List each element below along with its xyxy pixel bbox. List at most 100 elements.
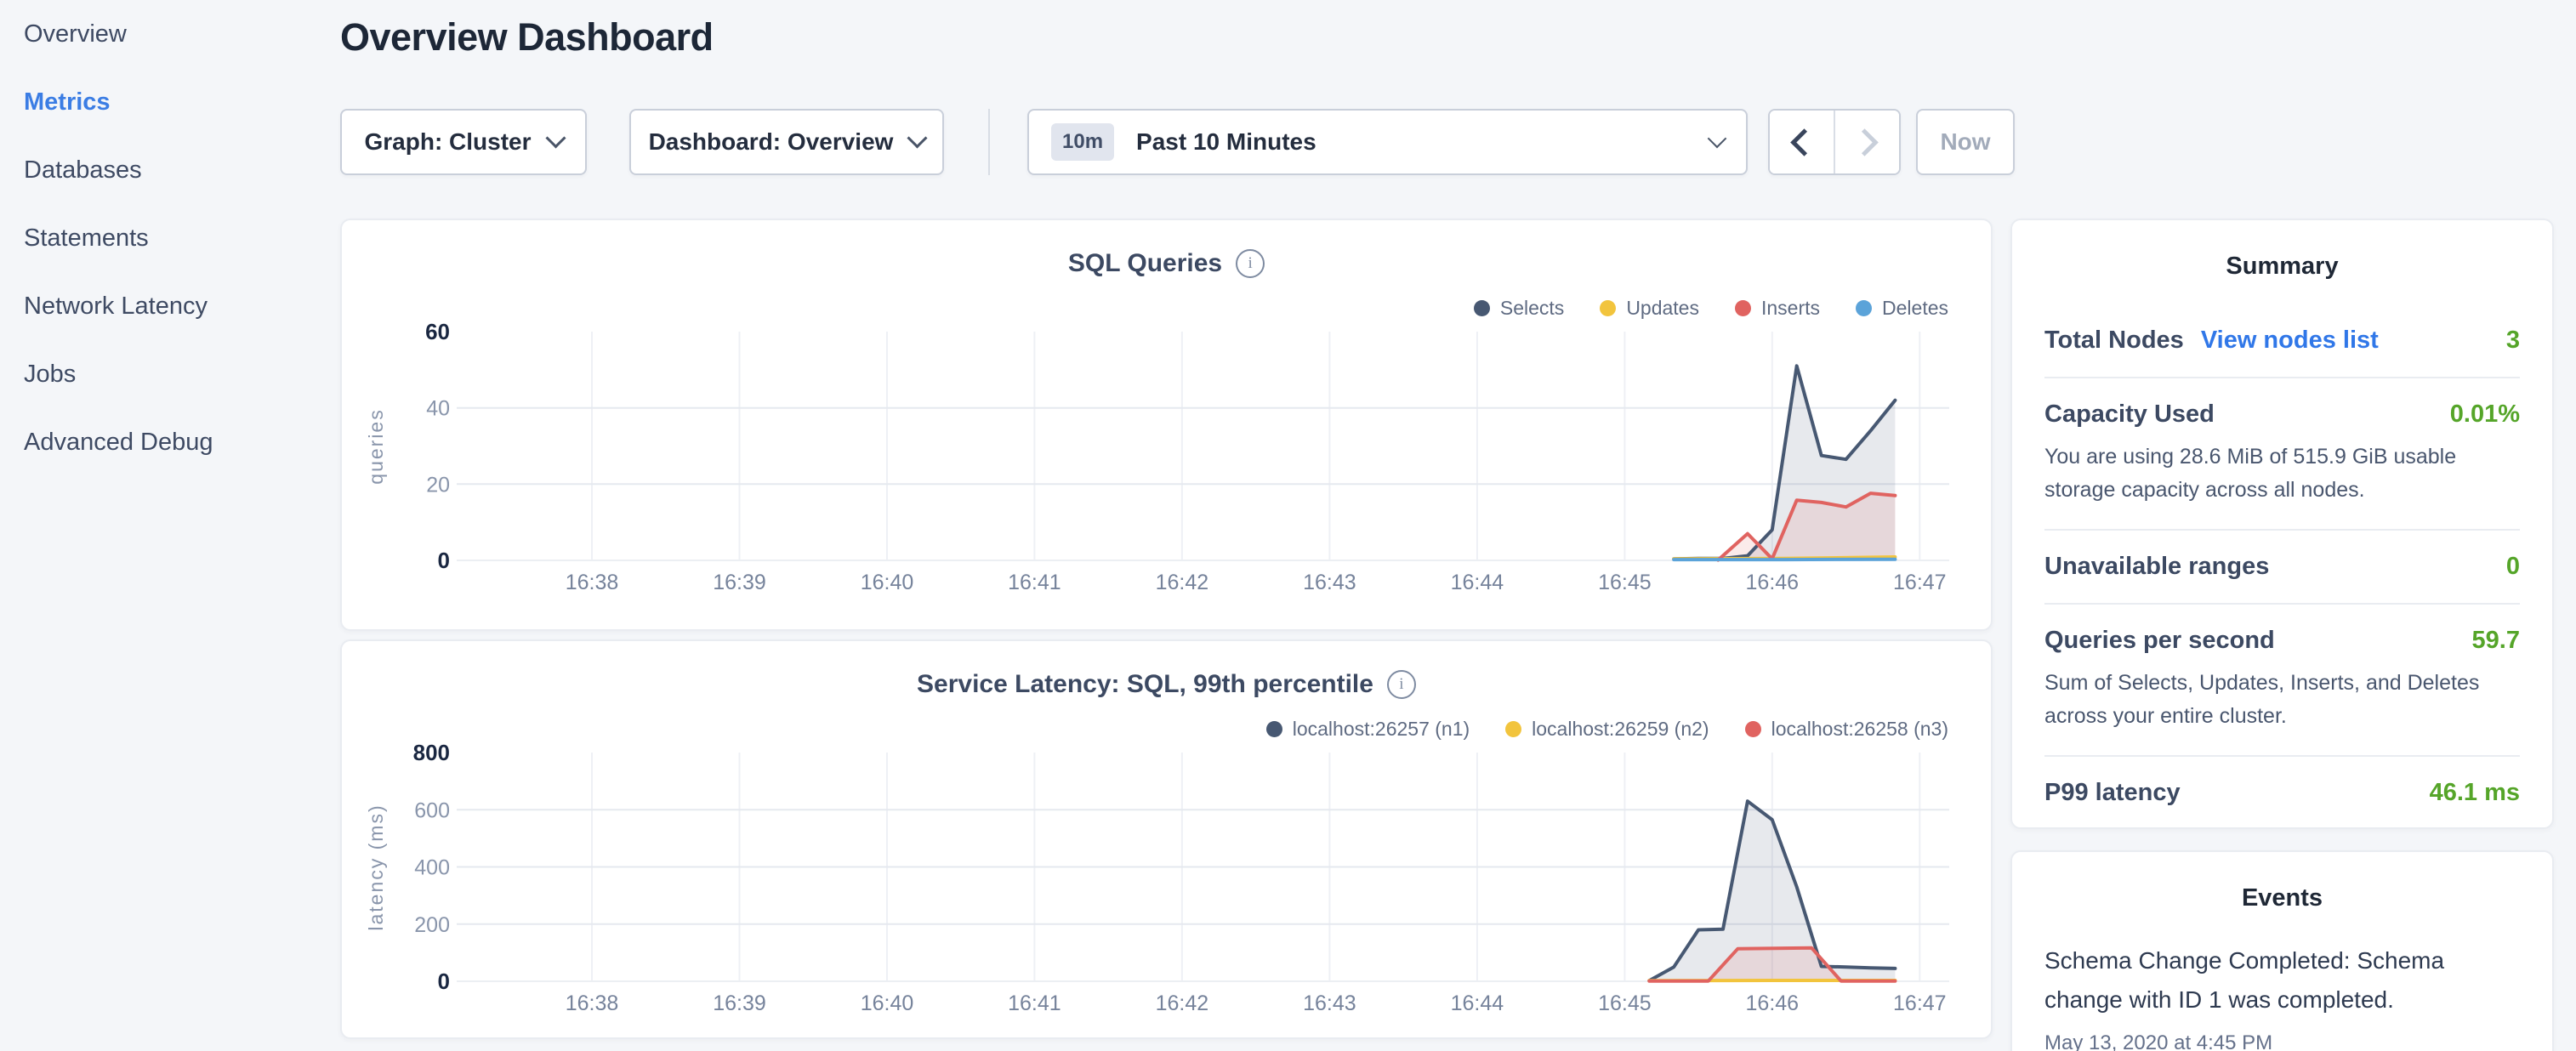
view-nodes-list-link[interactable]: View nodes list (2201, 327, 2379, 355)
sidebar-item-advanced-debug[interactable]: Advanced Debug (0, 408, 340, 476)
legend-item[interactable]: Deletes (1856, 297, 1948, 320)
metric-description: Sum of Selects, Updates, Inserts, and De… (2044, 667, 2520, 733)
events-panel: Events Schema Change Completed: Schema c… (2010, 850, 2554, 1051)
time-pager (1768, 109, 1901, 175)
metric-label: Capacity Used (2044, 401, 2215, 429)
metric-description: You are using 28.6 MiB of 515.9 GiB usab… (2044, 440, 2520, 507)
metric-label: Unavailable ranges (2044, 553, 2269, 581)
metric-value: 3 (2506, 327, 2520, 355)
chevron-left-icon (1790, 128, 1818, 156)
time-range-picker[interactable]: 10m Past 10 Minutes (1027, 109, 1748, 175)
svg-text:queries: queries (365, 408, 387, 484)
svg-text:16:38: 16:38 (566, 991, 619, 1015)
summary-metric: Capacity Used0.01%You are using 28.6 MiB… (2044, 378, 2520, 531)
dashboard-dropdown-label: Dashboard: Overview (649, 128, 894, 156)
sidebar-item-databases[interactable]: Databases (0, 136, 340, 204)
legend-label: Deletes (1882, 297, 1948, 320)
svg-text:16:44: 16:44 (1451, 991, 1504, 1015)
sidebar-item-overview[interactable]: Overview (0, 0, 340, 68)
legend-dot-icon (1856, 300, 1872, 316)
legend-item[interactable]: localhost:26259 (n2) (1505, 718, 1709, 741)
legend-label: Inserts (1761, 297, 1820, 320)
legend-item[interactable]: Selects (1474, 297, 1564, 320)
metric-value: 59.7 (2472, 627, 2520, 655)
svg-text:16:47: 16:47 (1893, 571, 1947, 594)
controls-divider (988, 109, 990, 175)
summary-metric: Unavailable ranges 0 (2044, 531, 2520, 605)
svg-text:200: 200 (414, 913, 450, 937)
sidebar-item-metrics[interactable]: Metrics (0, 68, 340, 136)
info-icon[interactable] (1236, 249, 1265, 278)
chart-legend: Selects Updates Inserts Deletes (1474, 297, 1948, 320)
svg-text:16:46: 16:46 (1746, 571, 1800, 594)
metric-label: P99 latency (2044, 779, 2181, 807)
legend-label: Selects (1500, 297, 1564, 320)
svg-text:16:40: 16:40 (861, 991, 914, 1015)
service-latency-chart-card: 16:3816:3916:4016:4116:4216:4316:4416:45… (340, 639, 1993, 1039)
time-back-button[interactable] (1770, 111, 1835, 173)
legend-label: localhost:26257 (n1) (1293, 718, 1470, 741)
svg-text:16:45: 16:45 (1598, 571, 1652, 594)
info-icon[interactable] (1387, 670, 1416, 699)
svg-text:40: 40 (426, 397, 450, 421)
events-list: Schema Change Completed: Schema change w… (2044, 941, 2520, 1051)
sidebar-item-network-latency[interactable]: Network Latency (0, 272, 340, 340)
summary-title: Summary (2012, 253, 2552, 281)
summary-rows: Total NodesView nodes list3Capacity Used… (2044, 304, 2520, 829)
time-forward-button[interactable] (1835, 111, 1899, 173)
svg-text:16:42: 16:42 (1156, 991, 1209, 1015)
legend-dot-icon (1735, 300, 1751, 316)
chevron-down-icon (907, 128, 928, 148)
legend-item[interactable]: localhost:26258 (n3) (1745, 718, 1948, 741)
svg-text:600: 600 (414, 798, 450, 822)
svg-text:16:41: 16:41 (1008, 571, 1061, 594)
service-latency-chart: 16:3816:3916:4016:4116:4216:4316:4416:45… (342, 641, 1991, 1037)
svg-text:16:40: 16:40 (861, 571, 914, 594)
summary-metric: Queries per second 59.7 Sum of Selects, Up… (2044, 605, 2520, 757)
svg-text:16:42: 16:42 (1156, 571, 1209, 594)
metric-value: 0 (2506, 553, 2520, 581)
svg-text:16:38: 16:38 (566, 571, 619, 594)
events-title: Events (2012, 884, 2552, 912)
chevron-right-icon (1851, 128, 1879, 156)
event-item[interactable]: Schema Change Completed: Schema change w… (2044, 941, 2520, 1051)
sql-queries-chart-card: 16:3816:3916:4016:4116:4216:4316:4416:45… (340, 219, 1993, 631)
time-range-label: Past 10 Minutes (1136, 128, 1316, 156)
svg-text:16:39: 16:39 (713, 571, 766, 594)
summary-metric: P99 latency 46.1 ms (2044, 757, 2520, 829)
svg-text:0: 0 (438, 969, 450, 994)
legend-label: localhost:26259 (n2) (1532, 718, 1709, 741)
now-button[interactable]: Now (1916, 109, 2015, 175)
legend-item[interactable]: Updates (1600, 297, 1699, 320)
svg-text:16:41: 16:41 (1008, 991, 1061, 1015)
dashboard-dropdown[interactable]: Dashboard: Overview (629, 109, 944, 175)
sidebar-item-jobs[interactable]: Jobs (0, 340, 340, 408)
svg-text:latency (ms): latency (ms) (365, 804, 387, 930)
legend-label: localhost:26258 (n3) (1771, 718, 1948, 741)
sql-queries-chart: 16:3816:3916:4016:4116:4216:4316:4416:45… (342, 220, 1991, 629)
svg-text:0: 0 (438, 548, 450, 573)
graph-dropdown[interactable]: Graph: Cluster (340, 109, 587, 175)
chart-title: SQL Queries (1068, 249, 1222, 278)
page-title: Overview Dashboard (340, 15, 714, 60)
svg-text:16:47: 16:47 (1893, 991, 1947, 1015)
chart-legend: localhost:26257 (n1) localhost:26259 (n2)… (1266, 718, 1948, 741)
legend-dot-icon (1474, 300, 1490, 316)
legend-dot-icon (1745, 721, 1761, 737)
chevron-down-icon (1708, 128, 1727, 148)
svg-text:800: 800 (413, 740, 450, 765)
graph-dropdown-label: Graph: Cluster (364, 128, 531, 156)
svg-text:60: 60 (425, 319, 450, 344)
svg-text:16:45: 16:45 (1598, 991, 1652, 1015)
time-range-badge: 10m (1051, 123, 1114, 161)
sidebar-item-statements[interactable]: Statements (0, 204, 340, 272)
event-text: Schema Change Completed: Schema change w… (2044, 941, 2520, 1020)
metric-value: 46.1 ms (2430, 779, 2520, 807)
chart-title: Service Latency: SQL, 99th percentile (917, 670, 1373, 699)
chevron-down-icon (545, 128, 566, 148)
legend-dot-icon (1505, 721, 1521, 737)
legend-item[interactable]: Inserts (1735, 297, 1820, 320)
sidebar: OverviewMetricsDatabasesStatementsNetwor… (0, 0, 340, 1051)
legend-item[interactable]: localhost:26257 (n1) (1266, 718, 1470, 741)
metric-label: Queries per second (2044, 627, 2275, 655)
